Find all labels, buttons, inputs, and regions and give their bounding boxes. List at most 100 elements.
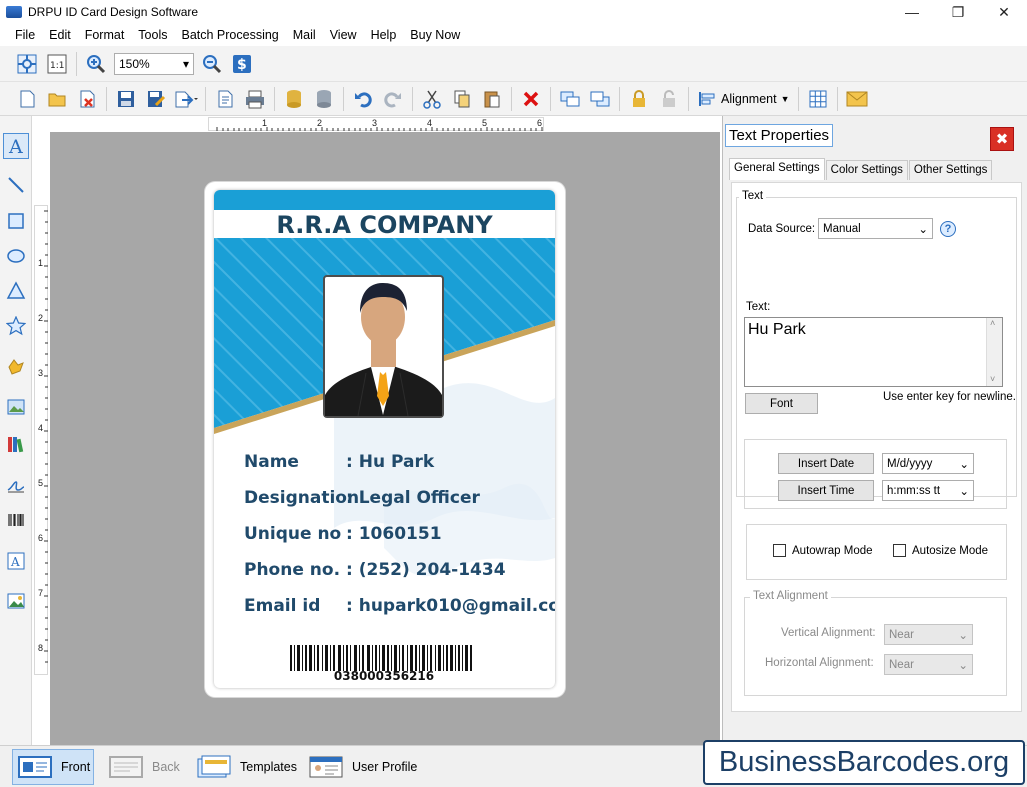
text-scrollbar[interactable]: ˄ ˅ bbox=[986, 318, 1002, 386]
front-side-button[interactable]: Front bbox=[12, 749, 94, 785]
lock-icon[interactable] bbox=[626, 86, 652, 112]
delete-icon[interactable] bbox=[518, 86, 544, 112]
barcode-tool-icon[interactable] bbox=[3, 507, 29, 533]
watermark-tool-icon[interactable]: A bbox=[3, 548, 29, 574]
user-profile-button[interactable]: User Profile bbox=[304, 749, 424, 785]
symbol-tool-icon[interactable] bbox=[3, 354, 29, 380]
ellipse-tool-icon[interactable] bbox=[3, 243, 29, 269]
horizontal-ruler: 1 2 3 4 5 6 bbox=[208, 117, 544, 131]
font-button[interactable]: Font bbox=[745, 393, 818, 414]
menu-tools[interactable]: Tools bbox=[131, 28, 174, 42]
barcode-number: 038000356216 bbox=[333, 669, 435, 683]
drawing-tools-panel: A A bbox=[0, 116, 32, 745]
autosize-checkbox[interactable]: Autosize Mode bbox=[893, 544, 988, 557]
close-button[interactable]: ✕ bbox=[981, 0, 1027, 24]
menu-edit[interactable]: Edit bbox=[42, 28, 78, 42]
rectangle-tool-icon[interactable] bbox=[3, 208, 29, 234]
line-tool-icon[interactable] bbox=[3, 172, 29, 198]
undo-icon[interactable] bbox=[350, 86, 376, 112]
horizontal-alignment-select[interactable]: Near ⌄ bbox=[884, 654, 973, 675]
menu-buy-now[interactable]: Buy Now bbox=[403, 28, 467, 42]
chevron-down-icon: ⌄ bbox=[958, 659, 968, 672]
zoom-level-value: 150% bbox=[119, 56, 150, 71]
star-tool-icon[interactable] bbox=[3, 313, 29, 339]
id-card[interactable]: R.R.A COMPANY Name: Hu Park Designation:… bbox=[214, 190, 555, 688]
autowrap-checkbox[interactable]: Autowrap Mode bbox=[773, 544, 873, 557]
text-input[interactable]: Hu Park ˄ ˅ bbox=[744, 317, 1003, 387]
save-as-icon[interactable] bbox=[143, 86, 169, 112]
export-icon[interactable] bbox=[173, 86, 199, 112]
print-preview-icon[interactable] bbox=[212, 86, 238, 112]
menu-mail[interactable]: Mail bbox=[286, 28, 323, 42]
field-label: Designation bbox=[244, 488, 360, 508]
grid-icon[interactable] bbox=[805, 86, 831, 112]
triangle-tool-icon[interactable] bbox=[3, 278, 29, 304]
minimize-button[interactable]: — bbox=[889, 0, 935, 24]
cut-icon[interactable] bbox=[419, 86, 445, 112]
save-icon[interactable] bbox=[113, 86, 139, 112]
mail-icon[interactable] bbox=[844, 86, 870, 112]
text-label: Text: bbox=[746, 301, 771, 313]
window-controls: — ❐ ✕ bbox=[889, 0, 1027, 24]
menu-bar: File Edit Format Tools Batch Processing … bbox=[0, 24, 1027, 46]
picture-tool-icon[interactable] bbox=[3, 588, 29, 614]
text-properties-panel: Text Properties ✖ General Settings Color… bbox=[722, 116, 1027, 745]
menu-view[interactable]: View bbox=[323, 28, 364, 42]
templates-icon bbox=[197, 755, 231, 778]
vertical-alignment-select[interactable]: Near ⌄ bbox=[884, 624, 973, 645]
tab-general-settings[interactable]: General Settings bbox=[729, 158, 825, 180]
insert-date-button[interactable]: Insert Date bbox=[778, 453, 874, 474]
back-label: Back bbox=[152, 760, 180, 774]
signature-tool-icon[interactable] bbox=[3, 471, 29, 497]
menu-help[interactable]: Help bbox=[364, 28, 404, 42]
copy-icon[interactable] bbox=[449, 86, 475, 112]
open-folder-icon[interactable] bbox=[44, 86, 70, 112]
text-alignment-group bbox=[744, 597, 1007, 696]
menu-batch-processing[interactable]: Batch Processing bbox=[174, 28, 285, 42]
menu-file[interactable]: File bbox=[8, 28, 42, 42]
templates-button[interactable]: Templates bbox=[192, 749, 298, 785]
back-side-button[interactable]: Back bbox=[104, 749, 182, 785]
close-panel-button[interactable]: ✖ bbox=[990, 127, 1014, 151]
tab-other-settings[interactable]: Other Settings bbox=[908, 160, 993, 180]
templates-label: Templates bbox=[240, 760, 297, 774]
new-file-icon[interactable] bbox=[14, 86, 40, 112]
send-backward-icon[interactable] bbox=[587, 86, 613, 112]
print-icon[interactable] bbox=[242, 86, 268, 112]
maximize-button[interactable]: ❐ bbox=[935, 0, 981, 24]
paste-icon[interactable] bbox=[479, 86, 505, 112]
text-tool-icon[interactable]: A bbox=[3, 133, 29, 159]
menu-format[interactable]: Format bbox=[78, 28, 132, 42]
library-tool-icon[interactable] bbox=[3, 431, 29, 457]
zoom-out-icon[interactable] bbox=[199, 51, 225, 77]
date-format-select[interactable]: M/d/yyyy ⌄ bbox=[882, 453, 974, 474]
svg-text:$: $ bbox=[237, 57, 247, 73]
close-file-icon[interactable] bbox=[74, 86, 100, 112]
fit-to-window-icon[interactable] bbox=[14, 51, 40, 77]
database-icon[interactable] bbox=[281, 86, 307, 112]
ruler-label: 3 bbox=[372, 118, 378, 128]
company-name[interactable]: R.R.A COMPANY bbox=[214, 210, 555, 240]
svg-text:A: A bbox=[10, 555, 20, 569]
unlock-icon[interactable] bbox=[656, 86, 682, 112]
ruler-label: 1 bbox=[38, 258, 44, 268]
data-source-label: Data Source: bbox=[748, 223, 816, 235]
checkbox-box bbox=[773, 544, 786, 557]
zoom-in-icon[interactable] bbox=[83, 51, 109, 77]
field-label: Name bbox=[244, 452, 299, 472]
image-tool-icon[interactable] bbox=[3, 394, 29, 420]
main-toolbar: Alignment ▼ bbox=[0, 82, 1027, 116]
profile-photo[interactable] bbox=[323, 275, 444, 418]
time-format-select[interactable]: h:mm:ss tt ⌄ bbox=[882, 480, 974, 501]
tab-color-settings[interactable]: Color Settings bbox=[825, 160, 908, 180]
redo-icon[interactable] bbox=[380, 86, 406, 112]
actual-size-icon[interactable]: 1:1 bbox=[44, 51, 70, 77]
zoom-level-select[interactable]: 150% ▾ bbox=[114, 52, 194, 75]
insert-time-button[interactable]: Insert Time bbox=[778, 480, 874, 501]
bring-forward-icon[interactable] bbox=[557, 86, 583, 112]
data-source-select[interactable]: Manual ⌄ bbox=[818, 218, 933, 239]
dollar-icon[interactable]: $ bbox=[229, 51, 255, 77]
alignment-dropdown[interactable]: Alignment ▼ bbox=[697, 90, 790, 108]
help-icon[interactable]: ? bbox=[940, 221, 956, 237]
database-settings-icon[interactable] bbox=[311, 86, 337, 112]
